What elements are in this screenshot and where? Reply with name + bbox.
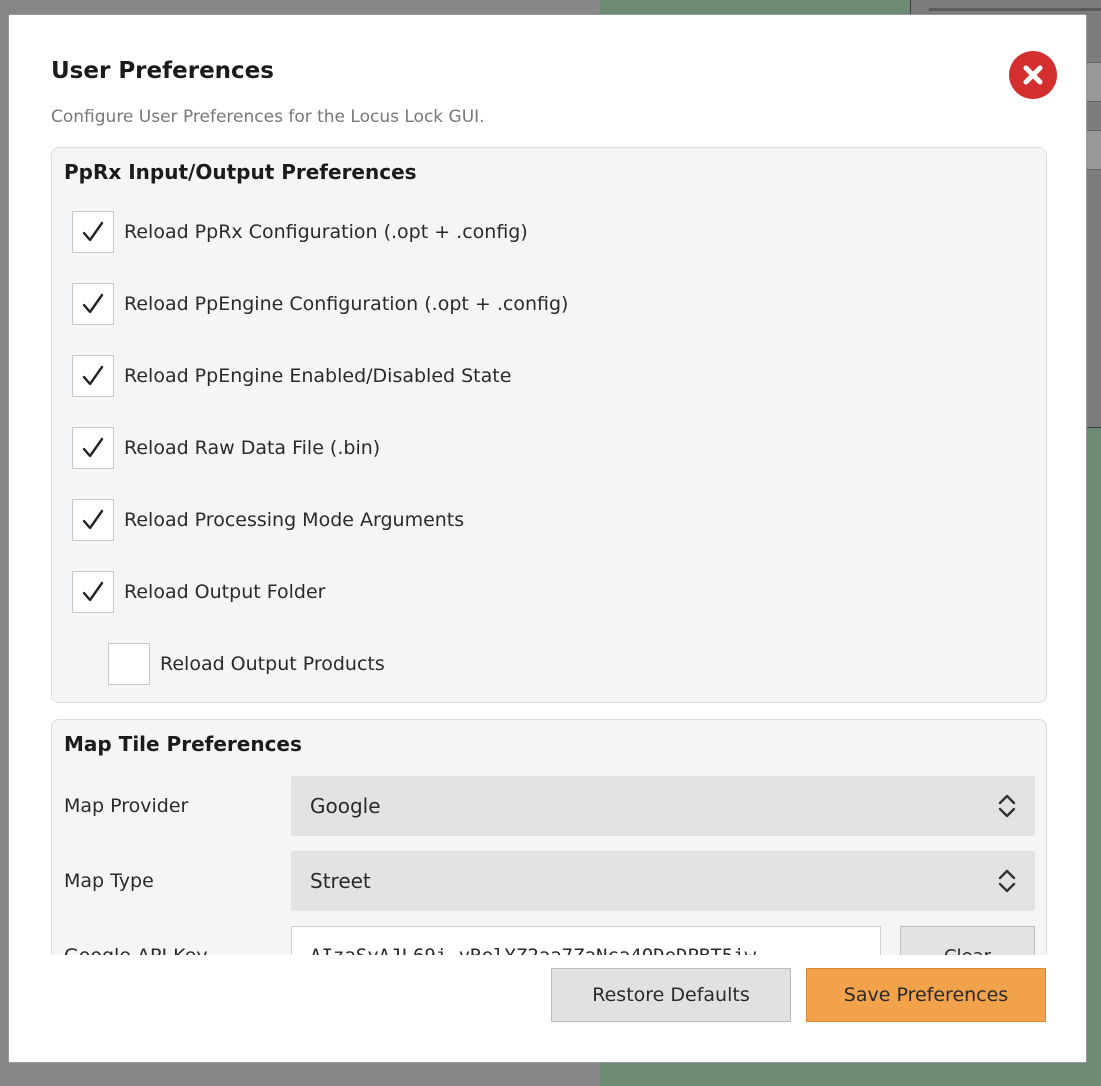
checkmark-icon <box>82 437 104 458</box>
map-type-value: Street <box>310 869 371 893</box>
map-type-label: Map Type <box>64 870 154 892</box>
chevron-up-down-icon <box>998 794 1016 818</box>
option-label: Reload Output Products <box>160 653 385 675</box>
dialog-title: User Preferences <box>51 58 274 84</box>
option-label: Reload PpEngine Configuration (.opt + .c… <box>124 293 569 315</box>
reload-pprx-config-checkbox[interactable] <box>72 211 114 253</box>
chevron-up-down-icon <box>998 869 1016 893</box>
reload-output-products-checkbox[interactable] <box>108 643 150 685</box>
option-label: Reload PpEngine Enabled/Disabled State <box>124 365 512 387</box>
map-section-title: Map Tile Preferences <box>64 732 302 756</box>
reload-output-folder-checkbox[interactable] <box>72 571 114 613</box>
reload-raw-data-checkbox[interactable] <box>72 427 114 469</box>
map-tile-preferences-section: Map Tile Preferences Map Provider Google… <box>51 719 1047 955</box>
api-key-input[interactable] <box>291 926 881 955</box>
map-provider-value: Google <box>310 794 381 818</box>
api-key-label: Google API Key <box>64 926 208 955</box>
map-provider-select[interactable]: Google <box>291 776 1035 836</box>
reload-processing-mode-option[interactable]: Reload Processing Mode Arguments <box>72 499 465 541</box>
io-section-title: PpRx Input/Output Preferences <box>64 160 417 184</box>
option-label: Reload Output Folder <box>124 581 326 603</box>
close-icon <box>1023 65 1043 85</box>
map-provider-label: Map Provider <box>64 795 189 817</box>
reload-processing-mode-checkbox[interactable] <box>72 499 114 541</box>
reload-output-products-option[interactable]: Reload Output Products <box>108 643 385 685</box>
map-type-row: Map Type Street <box>64 851 1036 911</box>
reload-raw-data-option[interactable]: Reload Raw Data File (.bin) <box>72 427 381 469</box>
option-label: Reload PpRx Configuration (.opt + .confi… <box>124 221 528 243</box>
save-preferences-button[interactable]: Save Preferences <box>806 968 1046 1022</box>
reload-ppengine-state-option[interactable]: Reload PpEngine Enabled/Disabled State <box>72 355 512 397</box>
option-label: Reload Processing Mode Arguments <box>124 509 465 531</box>
reload-ppengine-state-checkbox[interactable] <box>72 355 114 397</box>
checkmark-icon <box>82 293 104 314</box>
reload-pprx-config-option[interactable]: Reload PpRx Configuration (.opt + .confi… <box>72 211 528 253</box>
clear-api-key-button[interactable]: Clear <box>900 926 1035 955</box>
reload-output-folder-option[interactable]: Reload Output Folder <box>72 571 326 613</box>
map-type-select[interactable]: Street <box>291 851 1035 911</box>
preferences-scroll-area[interactable]: PpRx Input/Output Preferences Reload PpR… <box>51 145 1047 955</box>
user-preferences-dialog: User Preferences Configure User Preferen… <box>8 14 1087 1063</box>
checkmark-icon <box>82 221 104 242</box>
api-key-row: Google API Key Clear <box>64 926 1036 955</box>
background-panel-bar <box>929 8 1101 11</box>
checkmark-icon <box>82 509 104 530</box>
reload-ppengine-config-checkbox[interactable] <box>72 283 114 325</box>
map-provider-row: Map Provider Google <box>64 776 1036 836</box>
io-preferences-section: PpRx Input/Output Preferences Reload PpR… <box>51 147 1047 703</box>
checkmark-icon <box>82 581 104 602</box>
option-label: Reload Raw Data File (.bin) <box>124 437 381 459</box>
dialog-subtitle: Configure User Preferences for the Locus… <box>51 107 485 127</box>
close-button[interactable] <box>1009 51 1057 99</box>
restore-defaults-button[interactable]: Restore Defaults <box>551 968 791 1022</box>
checkmark-icon <box>82 365 104 386</box>
reload-ppengine-config-option[interactable]: Reload PpEngine Configuration (.opt + .c… <box>72 283 569 325</box>
